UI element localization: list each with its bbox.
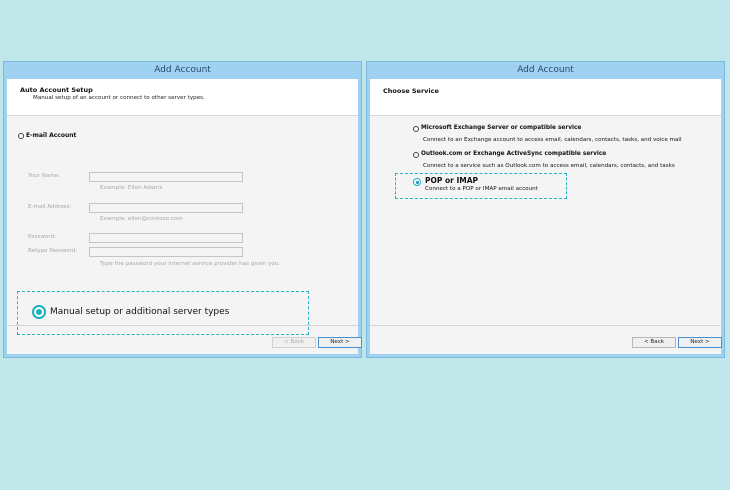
dialog-title: Add Account [517, 65, 574, 75]
header-title: Choose Service [383, 87, 439, 95]
footer-divider [370, 325, 721, 326]
your-name-label: Your Name: [28, 173, 61, 179]
next-button[interactable]: Next > [678, 337, 722, 348]
dialog-title: Add Account [154, 65, 211, 75]
email-account-radio[interactable] [18, 133, 24, 139]
back-button[interactable]: < Back [632, 337, 676, 348]
dialog-header: Choose Service [370, 79, 721, 116]
email-address-label: E-mail Address: [28, 204, 72, 210]
password-label: Password: [28, 234, 57, 240]
dialog-header: Auto Account Setup Manual setup of an ac… [7, 79, 358, 116]
back-button[interactable]: < Back [272, 337, 316, 348]
your-name-example: Example: Ellen Adams [100, 185, 163, 191]
exchange-option-description: Connect to an Exchange account to access… [423, 137, 682, 143]
exchange-option-label[interactable]: Microsoft Exchange Server or compatible … [421, 125, 581, 131]
retype-password-input[interactable] [89, 247, 243, 257]
outlook-radio[interactable] [413, 152, 419, 158]
email-address-example: Example: ellen@contoso.com [100, 216, 183, 222]
exchange-radio[interactable] [413, 126, 419, 132]
header-title: Auto Account Setup [20, 86, 93, 94]
add-account-dialog-left: Add Account Auto Account Setup Manual se… [3, 61, 362, 358]
next-button[interactable]: Next > [318, 337, 362, 348]
password-input[interactable] [89, 233, 243, 243]
manual-setup-label[interactable]: Manual setup or additional server types [50, 307, 229, 317]
outlook-option-label[interactable]: Outlook.com or Exchange ActiveSync compa… [421, 151, 606, 157]
manual-setup-radio[interactable] [32, 305, 46, 319]
password-hint: Type the password your Internet service … [100, 261, 281, 267]
retype-password-label: Retype Password: [28, 248, 78, 254]
email-account-label: E-mail Account [26, 132, 77, 139]
outlook-option-description: Connect to a service such as Outlook.com… [423, 163, 675, 169]
pop-imap-option-label[interactable]: POP or IMAP [425, 176, 478, 185]
pop-imap-option-description: Connect to a POP or IMAP email account [425, 186, 538, 192]
add-account-dialog-right: Add Account Choose Service Microsoft Exc… [366, 61, 725, 358]
pop-imap-radio[interactable] [413, 178, 421, 186]
header-subtitle: Manual setup of an account or connect to… [33, 95, 205, 101]
dialog-body: Choose Service Microsoft Exchange Server… [370, 79, 722, 354]
your-name-input[interactable] [89, 172, 243, 182]
email-address-input[interactable] [89, 203, 243, 213]
